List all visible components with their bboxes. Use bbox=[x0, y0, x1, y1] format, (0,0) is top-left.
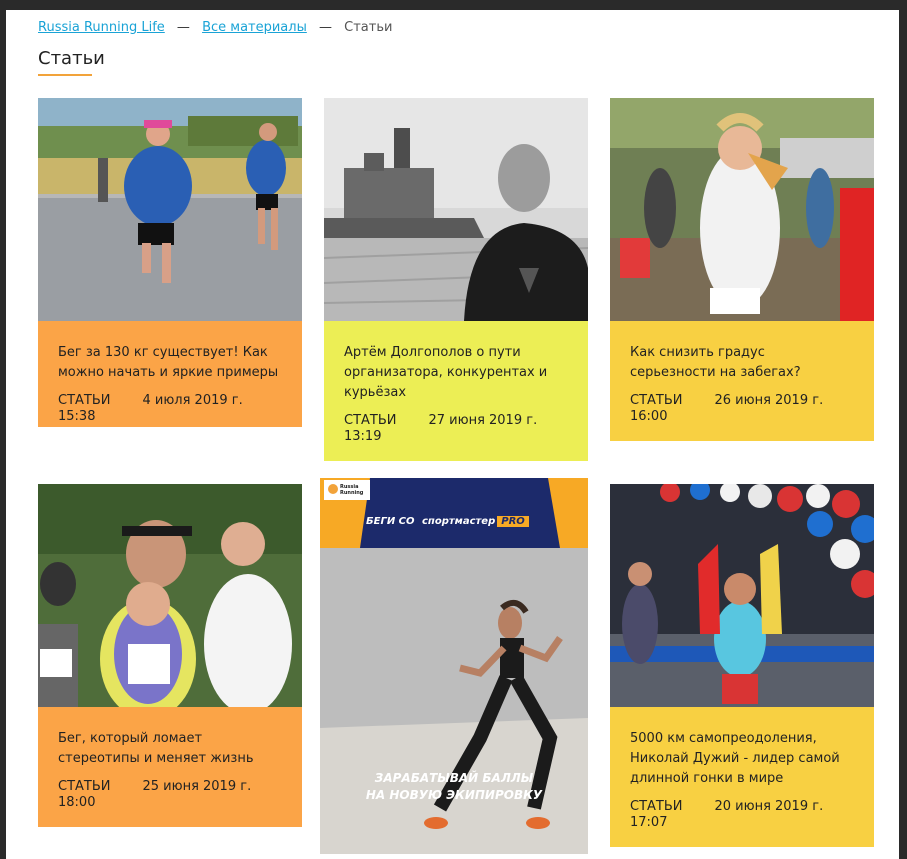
article-card[interactable]: Бег, который ломает стереотипы и меняет … bbox=[38, 484, 302, 827]
article-category: СТАТЬИ bbox=[630, 799, 683, 814]
article-title[interactable]: Артём Долгополов о пути организатора, ко… bbox=[344, 343, 568, 403]
article-category: СТАТЬИ bbox=[58, 779, 111, 794]
ad-brand-pro: PRO bbox=[497, 516, 529, 527]
ad-slogan: ЗАРАБАТЫВАЙ БАЛЛЫ НА НОВУЮ ЭКИПИРОВКУ bbox=[320, 770, 588, 804]
article-image-warship-portrait[interactable] bbox=[324, 98, 588, 321]
article-title[interactable]: Бег, который ломает стереотипы и меняет … bbox=[58, 729, 282, 769]
article-image-pizza-runner[interactable] bbox=[610, 98, 874, 321]
page-title: Статьи bbox=[38, 48, 105, 69]
breadcrumb-separator: — bbox=[318, 20, 332, 35]
runner-logo-icon bbox=[328, 484, 338, 494]
article-meta: СТАТЬИ 26 июня 2019 г. 16:00 bbox=[630, 393, 854, 425]
article-card[interactable]: Бег за 130 кг существует! Как можно нача… bbox=[38, 98, 302, 427]
breadcrumb: Russia Running Life — Все материалы — Ст… bbox=[38, 20, 392, 35]
article-title[interactable]: Как снизить градус серьезности на забега… bbox=[630, 343, 854, 383]
breadcrumb-home-link[interactable]: Russia Running Life bbox=[38, 20, 165, 35]
ad-banner-prefix: БЕГИ СО bbox=[366, 516, 415, 527]
ad-banner-text: БЕГИ СО спортмастер PRO bbox=[366, 516, 529, 527]
breadcrumb-all-materials-link[interactable]: Все материалы bbox=[202, 20, 307, 35]
russia-running-logo: Russia Running bbox=[324, 480, 370, 500]
article-info: Бег за 130 кг существует! Как можно нача… bbox=[38, 321, 302, 427]
breadcrumb-current: Статьи bbox=[344, 20, 393, 35]
logo-line: Running bbox=[340, 490, 364, 496]
article-image-finish-line[interactable] bbox=[610, 484, 874, 707]
page: Russia Running Life — Все материалы — Ст… bbox=[6, 10, 899, 859]
article-card[interactable]: 5000 км самопреодоления, Николай Дужий -… bbox=[610, 484, 874, 847]
article-category: СТАТЬИ bbox=[58, 393, 111, 408]
article-meta: СТАТЬИ 25 июня 2019 г. 18:00 bbox=[58, 779, 282, 811]
breadcrumb-separator: — bbox=[176, 20, 190, 35]
article-meta: СТАТЬИ 27 июня 2019 г. 13:19 bbox=[344, 413, 568, 445]
article-info: Бег, который ломает стереотипы и меняет … bbox=[38, 707, 302, 827]
article-image-crowd[interactable] bbox=[38, 484, 302, 707]
article-image-runners[interactable] bbox=[38, 98, 302, 321]
title-underline bbox=[38, 74, 92, 76]
article-category: СТАТЬИ bbox=[344, 413, 397, 428]
ad-slogan-line: НА НОВУЮ ЭКИПИРОВКУ bbox=[365, 788, 543, 802]
article-card[interactable]: Как снизить градус серьезности на забега… bbox=[610, 98, 874, 441]
article-category: СТАТЬИ bbox=[630, 393, 683, 408]
article-info: Артём Долгополов о пути организатора, ко… bbox=[324, 321, 588, 461]
article-meta: СТАТЬИ 20 июня 2019 г. 17:07 bbox=[630, 799, 854, 831]
article-info: 5000 км самопреодоления, Николай Дужий -… bbox=[610, 707, 874, 847]
article-title[interactable]: 5000 км самопреодоления, Николай Дужий -… bbox=[630, 729, 854, 789]
article-card[interactable]: Артём Долгополов о пути организатора, ко… bbox=[324, 98, 588, 461]
sportmaster-ad-banner[interactable]: Russia Running БЕГИ СО спортмастер PRO ЗА… bbox=[320, 478, 588, 854]
ad-brand-name: спортмастер bbox=[422, 516, 496, 527]
ad-slogan-line: ЗАРАБАТЫВАЙ БАЛЛЫ bbox=[374, 771, 534, 785]
article-info: Как снизить градус серьезности на забега… bbox=[610, 321, 874, 441]
article-title[interactable]: Бег за 130 кг существует! Как можно нача… bbox=[58, 343, 282, 383]
article-meta: СТАТЬИ 4 июля 2019 г. 15:38 bbox=[58, 393, 282, 425]
